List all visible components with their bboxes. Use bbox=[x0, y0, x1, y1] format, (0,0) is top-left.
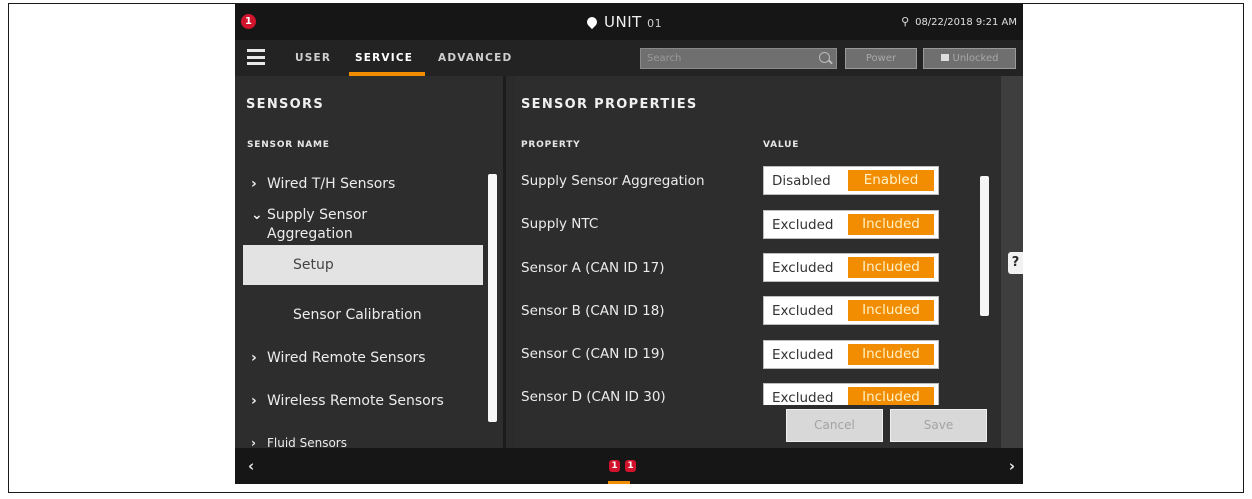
sensor-d-toggle-clip: Excluded Included bbox=[763, 383, 939, 405]
usb-icon: ⚲ bbox=[901, 15, 910, 28]
toggle-off-option[interactable]: Excluded bbox=[772, 390, 833, 405]
label-line-2: Aggregation bbox=[267, 226, 353, 242]
chevron-down-icon: ⌄ bbox=[251, 207, 263, 223]
hamburger-menu-icon[interactable] bbox=[247, 49, 265, 65]
location-pin-icon bbox=[584, 14, 600, 30]
label-line-1: Supply Sensor bbox=[267, 207, 368, 223]
sensor-c-toggle[interactable]: Excluded Included bbox=[763, 340, 939, 369]
sensor-b-toggle[interactable]: Excluded Included bbox=[763, 296, 939, 325]
chevron-right-icon: › bbox=[251, 176, 257, 192]
sensor-item-wireless-remote[interactable]: › Wireless Remote Sensors bbox=[251, 393, 501, 409]
sensor-item-calibration[interactable]: Sensor Calibration bbox=[293, 307, 543, 323]
chevron-left-icon[interactable]: ‹ bbox=[248, 457, 254, 475]
value-header: VALUE bbox=[763, 140, 800, 150]
property-label: Sensor B (CAN ID 18) bbox=[521, 303, 665, 319]
sensor-item-wired-th[interactable]: › Wired T/H Sensors bbox=[251, 176, 501, 192]
toggle-on-option[interactable]: Included bbox=[848, 387, 934, 405]
search-placeholder: Search bbox=[647, 53, 682, 64]
page-indicator bbox=[608, 481, 630, 484]
property-label: Supply NTC bbox=[521, 216, 599, 232]
sensors-scrollbar[interactable] bbox=[488, 174, 497, 422]
sensor-item-label: Wired Remote Sensors bbox=[267, 350, 426, 366]
tab-user[interactable]: USER bbox=[295, 52, 331, 64]
property-label: Sensor A (CAN ID 17) bbox=[521, 260, 665, 276]
sensors-panel: SENSORS SENSOR NAME › Wired T/H Sensors ⌄… bbox=[235, 76, 506, 448]
toggle-on-option[interactable]: Included bbox=[848, 344, 934, 365]
property-header: PROPERTY bbox=[521, 140, 581, 150]
sensors-title: SENSORS bbox=[246, 97, 325, 112]
sensor-item-supply-aggregation[interactable]: ⌄ Supply Sensor Aggregation bbox=[251, 206, 501, 244]
sensor-name-header: SENSOR NAME bbox=[247, 140, 330, 150]
power-label: Power bbox=[865, 53, 897, 64]
sensor-item-label: Wireless Remote Sensors bbox=[267, 393, 444, 409]
sensor-item-wired-remote[interactable]: › Wired Remote Sensors bbox=[251, 350, 501, 366]
chevron-right-icon: › bbox=[251, 436, 256, 448]
toggle-off-option[interactable]: Disabled bbox=[772, 173, 831, 189]
chevron-right-icon[interactable]: › bbox=[1009, 457, 1015, 475]
supply-ntc-toggle[interactable]: Excluded Included bbox=[763, 210, 939, 239]
nav-bar: USER SERVICE ADVANCED Search Power Unloc… bbox=[235, 40, 1023, 76]
toggle-on-option[interactable]: Included bbox=[848, 300, 934, 321]
aggregation-toggle[interactable]: Disabled Enabled bbox=[763, 166, 939, 195]
unit-title: UNIT 01 bbox=[584, 13, 663, 31]
toggle-on-option[interactable]: Enabled bbox=[848, 170, 934, 191]
search-icon[interactable] bbox=[819, 52, 830, 63]
properties-title: SENSOR PROPERTIES bbox=[521, 97, 698, 112]
lock-icon bbox=[940, 54, 949, 61]
properties-scrollbar[interactable] bbox=[980, 176, 989, 316]
toggle-on-option[interactable]: Included bbox=[848, 214, 934, 235]
property-label: Sensor C (CAN ID 19) bbox=[521, 346, 665, 362]
alert-badge-icon[interactable]: 1 bbox=[625, 460, 636, 472]
toggle-off-option[interactable]: Excluded bbox=[772, 303, 833, 319]
property-label: Sensor D (CAN ID 30) bbox=[521, 389, 666, 405]
toggle-off-option[interactable]: Excluded bbox=[772, 260, 833, 276]
power-button[interactable]: Power bbox=[845, 48, 917, 69]
save-button[interactable]: Save bbox=[890, 409, 987, 442]
alert-badge-icon[interactable]: 1 bbox=[241, 14, 256, 29]
toggle-off-option[interactable]: Excluded bbox=[772, 217, 833, 233]
sensor-a-toggle[interactable]: Excluded Included bbox=[763, 253, 939, 282]
toggle-off-option[interactable]: Excluded bbox=[772, 347, 833, 363]
cancel-button[interactable]: Cancel bbox=[786, 409, 883, 442]
sensor-item-setup[interactable]: Setup bbox=[293, 257, 543, 273]
search-input[interactable]: Search bbox=[640, 48, 837, 69]
unit-number: 01 bbox=[647, 17, 663, 30]
sensor-item-label: Fluid Sensors bbox=[267, 436, 347, 448]
tab-service[interactable]: SERVICE bbox=[355, 52, 413, 64]
sensor-item-label: Wired T/H Sensors bbox=[267, 176, 396, 192]
sensor-item-label: Supply Sensor Aggregation bbox=[267, 206, 367, 244]
toggle-on-option[interactable]: Included bbox=[848, 257, 934, 278]
datetime-text: 08/22/2018 9:21 AM bbox=[915, 17, 1017, 28]
chevron-right-icon: › bbox=[251, 350, 257, 366]
help-icon[interactable]: ? bbox=[1008, 252, 1023, 274]
unit-label: UNIT bbox=[604, 13, 642, 31]
alert-badge-icon[interactable]: 1 bbox=[609, 460, 620, 472]
properties-panel: SENSOR PROPERTIES PROPERTY VALUE Supply … bbox=[515, 76, 1001, 448]
property-label: Supply Sensor Aggregation bbox=[521, 173, 705, 189]
bottom-bar: ‹ 1 1 › bbox=[235, 448, 1023, 484]
datetime: ⚲ 08/22/2018 9:21 AM bbox=[901, 15, 1017, 28]
lock-label: Unlocked bbox=[952, 53, 999, 64]
tab-advanced[interactable]: ADVANCED bbox=[438, 52, 512, 64]
status-bar: 1 UNIT 01 ⚲ 08/22/2018 9:21 AM bbox=[235, 4, 1023, 40]
device-screen: 1 UNIT 01 ⚲ 08/22/2018 9:21 AM USER SERVI… bbox=[235, 4, 1023, 484]
sensor-item-fluid[interactable]: › Fluid Sensors bbox=[251, 436, 501, 448]
sensor-d-toggle[interactable]: Excluded Included bbox=[763, 383, 939, 405]
chevron-right-icon: › bbox=[251, 393, 257, 409]
lock-button[interactable]: Unlocked bbox=[923, 48, 1016, 69]
